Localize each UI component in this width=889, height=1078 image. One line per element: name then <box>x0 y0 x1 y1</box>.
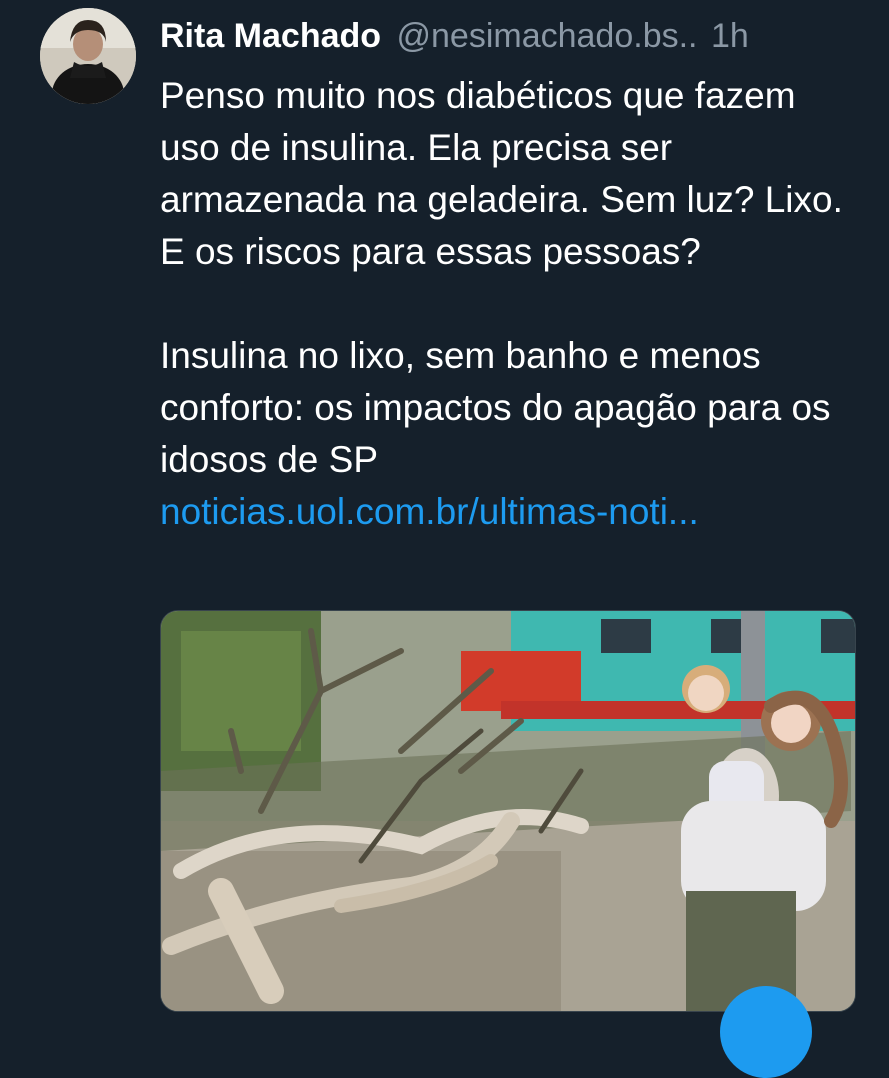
author-name[interactable]: Rita Machado <box>160 17 381 55</box>
tweet-paragraph: Penso muito nos diabéticos que fazem uso… <box>160 75 843 272</box>
tweet-timestamp[interactable]: 1h <box>711 17 749 55</box>
author-handle[interactable]: @nesimachado.bs.. <box>397 17 698 55</box>
article-photo <box>161 611 855 1011</box>
avatar[interactable] <box>40 8 136 104</box>
article-link[interactable]: noticias.uol.com.br/ultimas-noti... <box>160 491 699 532</box>
tweet-body: Penso muito nos diabéticos que fazem uso… <box>160 70 860 538</box>
avatar-photo <box>40 8 136 104</box>
tweet-header: Rita Machado @nesimachado.bs.. 1h <box>160 10 869 62</box>
tweet-paragraph: Insulina no lixo, sem banho e menos conf… <box>160 335 831 480</box>
link-preview-card[interactable] <box>160 610 856 1012</box>
